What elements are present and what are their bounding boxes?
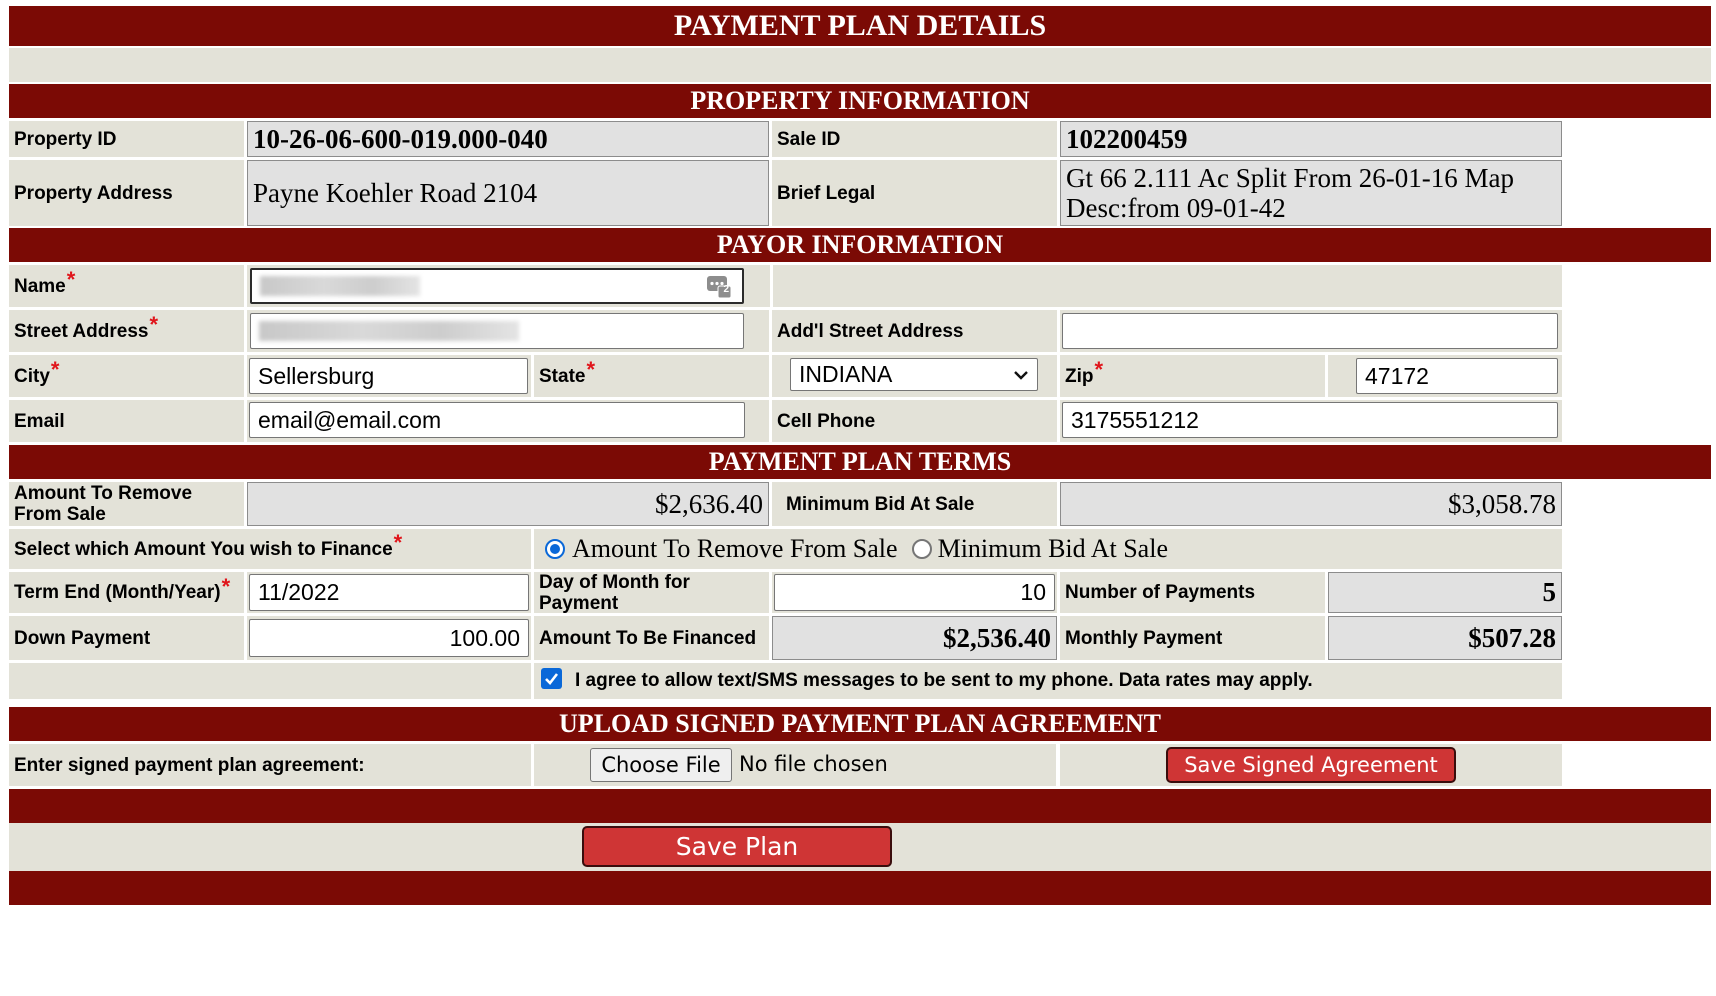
- remove-from-sale-value: $2,636.40: [247, 482, 769, 526]
- radio-minimum-bid-label[interactable]: Minimum Bid At Sale: [938, 534, 1168, 564]
- required-marker: *: [149, 312, 159, 337]
- terms-section-title: PAYMENT PLAN TERMS: [708, 447, 1012, 476]
- number-of-payments-value: 5: [1328, 572, 1562, 613]
- day-of-month-input[interactable]: 10: [774, 574, 1055, 611]
- save-plan-button[interactable]: Save Plan: [582, 826, 892, 867]
- name-row-empty: [773, 265, 1562, 307]
- property-id-label: Property ID: [9, 121, 244, 157]
- brief-legal-label: Brief Legal: [772, 160, 1057, 226]
- monthly-payment-value: $507.28: [1328, 616, 1562, 660]
- radio-remove-label[interactable]: Amount To Remove From Sale: [572, 534, 898, 564]
- state-selected-value: INDIANA: [799, 361, 893, 387]
- term-end-label: Term End (Month/Year) *: [9, 572, 244, 613]
- name-input[interactable]: 2: [250, 268, 744, 304]
- no-file-chosen-text: No file chosen: [739, 752, 888, 776]
- payor-section-header: PAYOR INFORMATION: [9, 228, 1711, 262]
- minimum-bid-value: $3,058.78: [1060, 482, 1562, 526]
- required-marker: *: [50, 357, 60, 382]
- monthly-payment-label: Monthly Payment: [1060, 616, 1325, 660]
- required-marker: *: [1094, 357, 1104, 382]
- sms-checkbox[interactable]: [541, 667, 562, 689]
- payor-section-title: PAYOR INFORMATION: [716, 230, 1004, 259]
- spacer-row: [9, 699, 1711, 707]
- footer-band: [9, 871, 1711, 905]
- sms-row-left: [9, 663, 531, 699]
- state-select[interactable]: INDIANA: [790, 358, 1038, 391]
- amount-financed-label: Amount To Be Financed: [534, 616, 769, 660]
- cell-phone-label: Cell Phone: [772, 400, 1057, 442]
- radio-minimum-bid[interactable]: [911, 539, 932, 559]
- addl-street-input[interactable]: [1062, 313, 1558, 349]
- minimum-bid-label: Minimum Bid At Sale: [772, 482, 1057, 526]
- sale-id-value: 102200459: [1060, 121, 1562, 157]
- brief-legal-value: Gt 66 2.111 Ac Split From 26-01-16 Map D…: [1060, 160, 1562, 226]
- name-redacted: [260, 276, 420, 296]
- property-id-value: 10-26-06-600-019.000-040: [247, 121, 769, 157]
- terms-section-header: PAYMENT PLAN TERMS: [9, 445, 1711, 479]
- required-marker: *: [221, 573, 231, 599]
- page-title: PAYMENT PLAN DETAILS: [9, 6, 1711, 46]
- finance-choice-label: Select which Amount You wish to Finance *: [9, 529, 531, 569]
- save-signed-agreement-button[interactable]: Save Signed Agreement: [1166, 747, 1456, 783]
- upload-section-title: UPLOAD SIGNED PAYMENT PLAN AGREEMENT: [559, 709, 1161, 738]
- finance-choice-options: Amount To Remove From Sale Minimum Bid A…: [534, 529, 1562, 569]
- amount-financed-value: $2,536.40: [772, 616, 1057, 660]
- required-marker: *: [393, 530, 403, 555]
- sms-consent: I agree to allow text/SMS messages to be…: [534, 663, 1562, 699]
- addl-street-label: Add'l Street Address: [772, 310, 1057, 352]
- number-of-payments-label: Number of Payments: [1060, 572, 1325, 613]
- city-label: City *: [9, 355, 244, 397]
- autofill-icon[interactable]: 2: [706, 275, 732, 299]
- property-section-header: PROPERTY INFORMATION: [9, 84, 1711, 118]
- sale-id-label: Sale ID: [772, 121, 1057, 157]
- divider-band: [9, 789, 1711, 823]
- day-of-month-label: Day of Month for Payment: [534, 572, 769, 614]
- page-title-text: PAYMENT PLAN DETAILS: [673, 9, 1047, 42]
- property-address-label: Property Address: [9, 160, 244, 226]
- email-label: Email: [9, 400, 244, 442]
- zip-label: Zip *: [1060, 355, 1325, 397]
- property-address-value: Payne Koehler Road 2104: [247, 160, 769, 226]
- upload-prompt-label: Enter signed payment plan agreement:: [9, 744, 531, 786]
- street-address-label: Street Address *: [9, 310, 244, 352]
- autofill-badge: 2: [723, 284, 729, 295]
- required-marker: *: [586, 357, 596, 382]
- brief-legal-line-1: Gt 66 2.111 Ac Split From 26-01-16 Map: [1066, 163, 1514, 193]
- brief-legal-line-2: Desc:from 09-01-42: [1066, 193, 1286, 223]
- property-section-title: PROPERTY INFORMATION: [690, 86, 1030, 115]
- choose-file-button[interactable]: Choose File: [590, 748, 732, 782]
- down-payment-label: Down Payment: [9, 616, 244, 660]
- required-marker: *: [66, 267, 76, 292]
- street-redacted: [259, 321, 519, 341]
- upload-section-header: UPLOAD SIGNED PAYMENT PLAN AGREEMENT: [9, 707, 1711, 741]
- zip-input[interactable]: 47172: [1356, 358, 1558, 394]
- remove-from-sale-label: Amount To Remove From Sale: [9, 482, 244, 526]
- payment-plan-page: PAYMENT PLAN DETAILS PROPERTY INFORMATIO…: [0, 0, 1716, 996]
- cell-phone-input[interactable]: 3175551212: [1062, 402, 1558, 438]
- file-picker-cell: Choose File No file chosen: [534, 744, 1056, 786]
- term-end-input[interactable]: 11/2022: [249, 574, 529, 611]
- chevron-down-icon: [1013, 370, 1029, 380]
- state-label: State *: [534, 355, 769, 397]
- spacer-row: [9, 48, 1711, 82]
- sms-consent-text[interactable]: I agree to allow text/SMS messages to be…: [575, 670, 1313, 692]
- street-address-input[interactable]: [250, 313, 744, 349]
- city-input[interactable]: Sellersburg: [249, 358, 528, 394]
- name-label: Name *: [9, 265, 244, 307]
- radio-remove-from-sale[interactable]: [545, 539, 565, 559]
- down-payment-input[interactable]: 100.00: [249, 619, 529, 657]
- email-input[interactable]: email@email.com: [249, 402, 745, 438]
